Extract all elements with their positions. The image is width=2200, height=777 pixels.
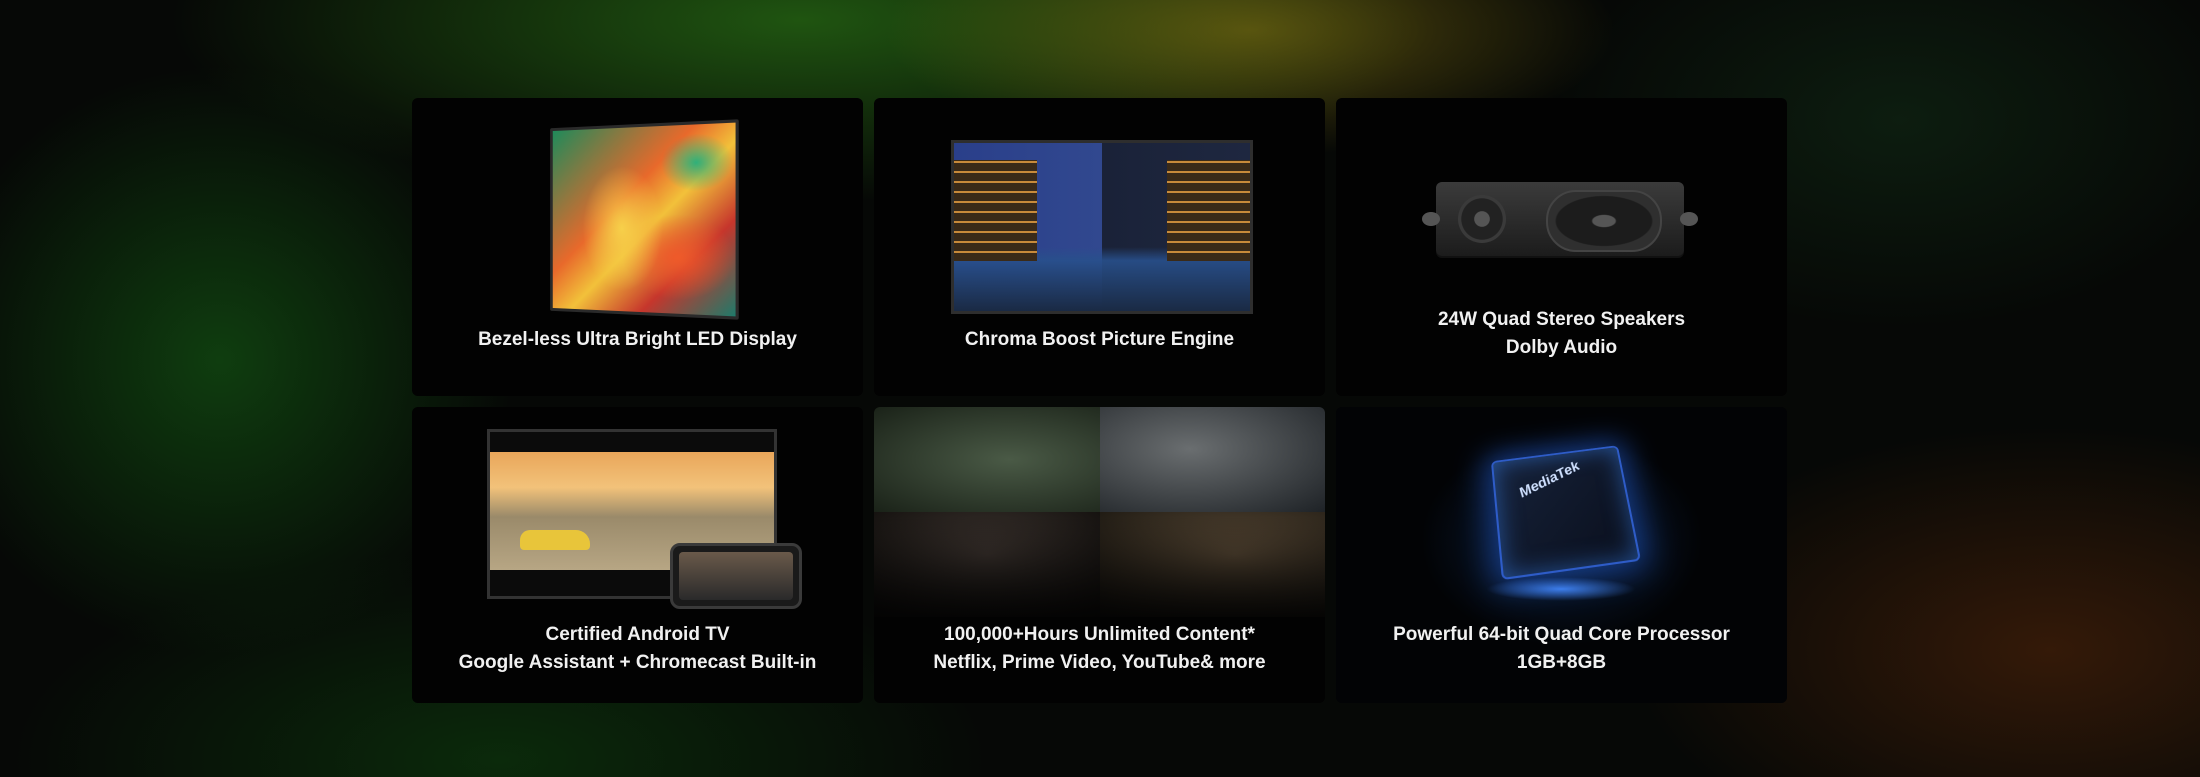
caption-line: Google Assistant + Chromecast Built-in bbox=[458, 652, 817, 673]
feature-grid: Bezel-less Ultra Bright LED Display Chro… bbox=[412, 98, 1787, 703]
collage-tile bbox=[874, 407, 1100, 512]
feature-card-picture-engine: Chroma Boost Picture Engine bbox=[874, 98, 1325, 396]
speaker-mount-left bbox=[1422, 212, 1440, 226]
speaker-mount-right bbox=[1680, 212, 1698, 226]
caption-line: Dolby Audio bbox=[1505, 337, 1618, 358]
car-shape bbox=[520, 530, 590, 550]
processor-chip-image: MediaTek bbox=[1490, 445, 1642, 581]
feature-card-display: Bezel-less Ultra Bright LED Display bbox=[412, 98, 863, 396]
caption-line: Powerful 64-bit Quad Core Processor bbox=[1393, 624, 1730, 645]
feature-caption: 24W Quad Stereo Speakers Dolby Audio bbox=[1336, 306, 1787, 362]
feature-caption: 100,000+Hours Unlimited Content* Netflix… bbox=[874, 621, 1325, 677]
chip-glow bbox=[1486, 577, 1636, 601]
woofer bbox=[1546, 190, 1662, 252]
phone-screen bbox=[679, 552, 793, 600]
feature-caption: Bezel-less Ultra Bright LED Display bbox=[412, 326, 863, 354]
caption-line: 100,000+Hours Unlimited Content* bbox=[944, 624, 1255, 645]
chip-logo: MediaTek bbox=[1516, 458, 1583, 501]
feature-card-speakers: 24W Quad Stereo Speakers Dolby Audio bbox=[1336, 98, 1787, 396]
caption-line: Bezel-less Ultra Bright LED Display bbox=[478, 329, 797, 350]
caption-line: Chroma Boost Picture Engine bbox=[964, 329, 1235, 350]
tv-city-image bbox=[951, 140, 1253, 314]
feature-caption: Chroma Boost Picture Engine bbox=[874, 326, 1325, 354]
caption-line: Netflix, Prime Video, YouTube& more bbox=[933, 652, 1266, 673]
feature-card-content: 100,000+Hours Unlimited Content* Netflix… bbox=[874, 407, 1325, 703]
caption-line: 1GB+8GB bbox=[1516, 652, 1607, 673]
phone-image bbox=[670, 543, 802, 609]
feature-caption: Certified Android TV Google Assistant + … bbox=[412, 621, 863, 677]
caption-line: 24W Quad Stereo Speakers bbox=[1437, 309, 1686, 330]
feature-caption: Powerful 64-bit Quad Core Processor 1GB+… bbox=[1336, 621, 1787, 677]
speaker-image bbox=[1422, 182, 1698, 256]
collage-tile bbox=[1099, 407, 1325, 512]
feature-card-android-tv: Certified Android TV Google Assistant + … bbox=[412, 407, 863, 703]
tv-display-image bbox=[550, 119, 739, 320]
caption-line: Certified Android TV bbox=[545, 624, 730, 645]
feature-card-processor: MediaTek Powerful 64-bit Quad Core Proce… bbox=[1336, 407, 1787, 703]
tweeter bbox=[1458, 195, 1506, 243]
